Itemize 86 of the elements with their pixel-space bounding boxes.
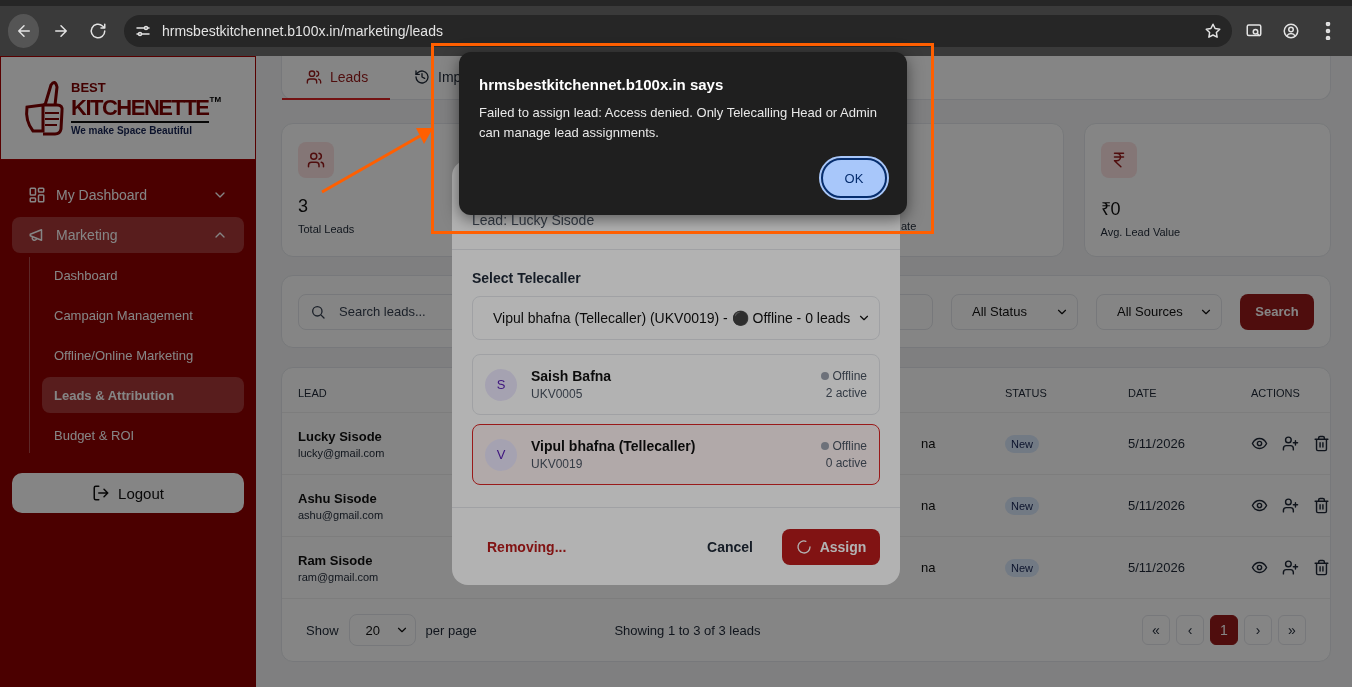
users-icon bbox=[307, 151, 325, 169]
submenu-item[interactable]: Dashboard bbox=[42, 257, 244, 293]
telecaller-option[interactable]: V Vipul bhafna (Tellecaller) UKV0019 Offline 0 active bbox=[472, 424, 880, 485]
stat-label: ate bbox=[901, 220, 917, 232]
avatar-circle: S bbox=[485, 368, 517, 401]
field-label: Select Telecaller bbox=[472, 270, 581, 286]
page-size-dropdown[interactable]: 20 bbox=[348, 614, 416, 646]
telecaller-option[interactable]: S Saish Bafna UKV0005 Offline 2 active bbox=[472, 354, 880, 415]
users-icon bbox=[306, 69, 322, 85]
profile-icon bbox=[1281, 22, 1300, 40]
avatar-circle: V bbox=[485, 438, 517, 471]
source-dropdown[interactable]: All Sources bbox=[1096, 293, 1222, 330]
cancel-button[interactable]: Cancel bbox=[692, 530, 768, 563]
ok-button[interactable]: OK bbox=[821, 158, 887, 198]
reload-icon bbox=[89, 22, 108, 40]
address-bar[interactable]: hrmsbestkitchennet.b100x.in/marketing/leads bbox=[124, 15, 1232, 47]
search-icon bbox=[310, 303, 326, 320]
history-icon bbox=[414, 69, 430, 85]
page-button[interactable]: 1 bbox=[1210, 615, 1238, 645]
per-page-label: per page bbox=[425, 622, 477, 638]
alert-message: Failed to assign lead: Access denied. Only Telecalling Head or Admin can manage lead assignments. bbox=[479, 104, 878, 142]
trash-icon bbox=[1313, 497, 1330, 514]
forward-arrow-icon bbox=[52, 22, 70, 40]
submenu-item[interactable]: Budget & ROI bbox=[42, 417, 244, 453]
status-dot bbox=[820, 442, 829, 450]
status-dropdown[interactable]: All Status bbox=[951, 293, 1078, 330]
page-button[interactable]: » bbox=[1278, 615, 1306, 645]
date-cell: 5/11/2026 bbox=[1128, 560, 1185, 575]
date-cell: 5/11/2026 bbox=[1128, 498, 1185, 513]
stat-label: Total Leads bbox=[298, 223, 355, 235]
alert-title: hrmsbestkitchennet.b100x.in says bbox=[479, 76, 724, 93]
lead-email: lucky@gmail.com bbox=[298, 446, 385, 459]
add-user-icon bbox=[1282, 559, 1299, 576]
logout-icon bbox=[92, 484, 111, 502]
lead-name: Lucky Sisode bbox=[298, 428, 382, 444]
logout-button[interactable]: Logout bbox=[12, 473, 244, 513]
page-button[interactable]: ‹ bbox=[1176, 615, 1204, 645]
brand-text: BEST bbox=[71, 80, 106, 95]
eye-icon bbox=[1251, 435, 1268, 452]
column-header: ACTIONS bbox=[1251, 387, 1300, 399]
menu-icon bbox=[1325, 22, 1332, 40]
show-label: Show bbox=[306, 622, 339, 638]
add-user-icon bbox=[1282, 497, 1299, 514]
column-header: DATE bbox=[1128, 387, 1157, 399]
submenu-item[interactable]: Campaign Management bbox=[42, 297, 244, 333]
assign-button[interactable]: Assign bbox=[782, 528, 880, 565]
grid-icon bbox=[28, 186, 46, 204]
search-button[interactable]: Search bbox=[1240, 293, 1314, 330]
lead-email: ashu@gmail.com bbox=[298, 508, 384, 521]
tagline-text: We make Space Beautiful bbox=[71, 124, 192, 136]
telecaller-dropdown[interactable]: Vipul bhafna (Tellecaller) (UKV0019) - ⚫ Offline - 0 leads bbox=[472, 296, 880, 340]
table-cell: na bbox=[921, 498, 936, 513]
table-cell: na bbox=[921, 436, 936, 451]
star-icon bbox=[1204, 22, 1222, 40]
status-dot bbox=[820, 372, 829, 380]
sidebar-item[interactable]: My Dashboard bbox=[12, 177, 244, 213]
add-user-icon bbox=[1282, 435, 1299, 452]
stat-value: 3 bbox=[298, 196, 308, 217]
trash-icon bbox=[1313, 435, 1330, 452]
status-badge: New bbox=[1005, 434, 1039, 453]
page-button[interactable]: › bbox=[1244, 615, 1272, 645]
eye-icon bbox=[1251, 559, 1268, 576]
date-cell: 5/11/2026 bbox=[1128, 436, 1185, 451]
back-button[interactable] bbox=[8, 14, 40, 48]
trash-icon bbox=[1313, 559, 1330, 576]
status-badge: New bbox=[1005, 558, 1039, 577]
spinner-icon bbox=[795, 538, 812, 555]
stat-label: Avg. Lead Value bbox=[1100, 226, 1181, 238]
submenu-item[interactable]: Offline/Online Marketing bbox=[42, 337, 244, 373]
status-badge: New bbox=[1005, 496, 1039, 515]
eye-icon bbox=[1251, 497, 1268, 514]
lead-name: Ram Sisode bbox=[298, 552, 373, 568]
lead-email: ram@gmail.com bbox=[298, 570, 379, 583]
lead-name: Ashu Sisode bbox=[298, 490, 377, 506]
stat-value: ₹0 bbox=[1100, 198, 1121, 220]
url-text: hrmsbestkitchennet.b100x.in/marketing/leads bbox=[162, 23, 444, 39]
column-header: LEAD bbox=[298, 387, 327, 399]
trademark-text: TM bbox=[209, 94, 222, 104]
table-cell: na bbox=[921, 560, 936, 575]
brand-name: KITCHENETTE bbox=[71, 94, 209, 123]
tab[interactable]: Leads bbox=[282, 56, 390, 100]
remove-button[interactable]: Removing... bbox=[472, 538, 582, 555]
page-button[interactable]: « bbox=[1142, 615, 1170, 645]
column-header: STATUS bbox=[1005, 387, 1047, 399]
results-summary: Showing 1 to 3 of 3 leads bbox=[614, 622, 762, 638]
dialog-subtitle: Lead: Lucky Sisode bbox=[472, 212, 595, 228]
